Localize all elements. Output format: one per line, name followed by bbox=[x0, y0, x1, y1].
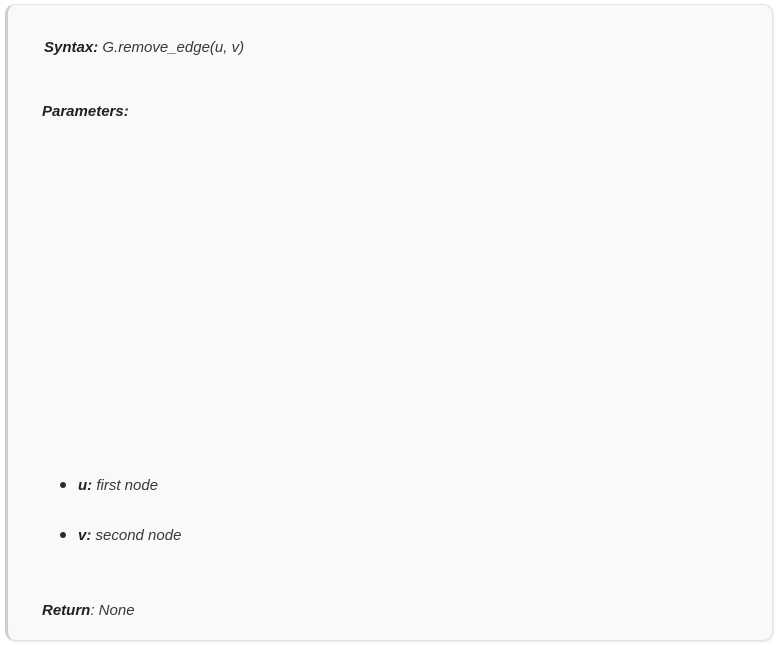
return-label: Return bbox=[42, 602, 91, 619]
syntax-value: G.remove_edge(u, v) bbox=[102, 39, 245, 56]
return-line: Return: None bbox=[42, 602, 135, 620]
parameter-description: first node bbox=[96, 477, 159, 494]
parameter-item-u: u: first node bbox=[60, 477, 158, 495]
syntax-label: Syntax: bbox=[44, 39, 99, 56]
parameter-item-v: v: second node bbox=[60, 527, 181, 545]
doc-card: Syntax: G.remove_edge(u, v) Parameters: … bbox=[5, 4, 773, 641]
parameter-name: u: bbox=[78, 477, 93, 494]
parameters-heading: Parameters: bbox=[42, 103, 129, 121]
parameters-label: Parameters: bbox=[42, 103, 129, 120]
syntax-line: Syntax: G.remove_edge(u, v) bbox=[44, 39, 244, 57]
parameter-name: v: bbox=[78, 527, 92, 544]
return-value: : None bbox=[90, 602, 135, 619]
parameter-description: second node bbox=[95, 527, 182, 544]
bullet-icon bbox=[60, 482, 66, 489]
bullet-icon bbox=[60, 532, 66, 539]
